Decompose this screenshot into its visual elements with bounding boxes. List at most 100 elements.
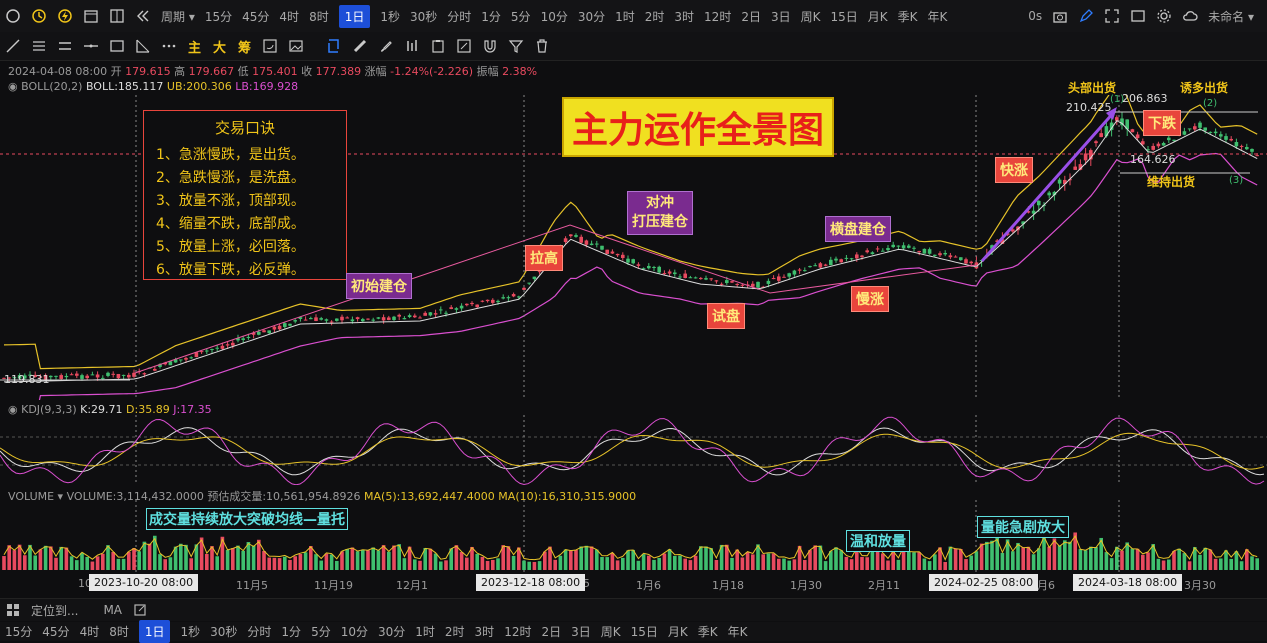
tf-15d[interactable]: 15日 (830, 8, 857, 25)
mark-2: (2) (1203, 98, 1218, 109)
pb-15d[interactable]: 15日 (631, 623, 658, 640)
tf-2h[interactable]: 2时 (645, 8, 665, 25)
magnet-icon[interactable] (481, 37, 499, 55)
tf-4h[interactable]: 4时 (279, 8, 299, 25)
cursor-icon[interactable] (325, 37, 343, 55)
pb-8h[interactable]: 8时 (109, 623, 129, 640)
pb-month[interactable]: 月K (668, 623, 688, 640)
tf-1h[interactable]: 1时 (615, 8, 635, 25)
pb-year[interactable]: 年K (728, 623, 748, 640)
candle-body (459, 305, 464, 309)
ma-button[interactable]: MA (103, 603, 122, 617)
tf-year[interactable]: 年K (928, 8, 948, 25)
tf-1d[interactable]: 1日 (338, 4, 371, 28)
volume-bar (1104, 552, 1109, 570)
layout-icon[interactable] (108, 7, 126, 25)
pb-4h[interactable]: 4时 (80, 623, 100, 640)
ruler-icon[interactable] (351, 37, 369, 55)
compare-icon[interactable] (403, 37, 421, 55)
candle-body (870, 252, 875, 255)
rectangle-icon[interactable] (108, 37, 126, 55)
tf-30m[interactable]: 30分 (578, 8, 605, 25)
tf-45m[interactable]: 45分 (242, 8, 269, 25)
tool-chips[interactable]: 筹 (238, 37, 251, 56)
bolt-icon[interactable] (56, 7, 74, 25)
clipboard-icon[interactable] (429, 37, 447, 55)
candle-body (111, 373, 115, 375)
more-icon[interactable] (160, 37, 178, 55)
pb-3d[interactable]: 3日 (571, 623, 591, 640)
image-icon[interactable] (287, 37, 305, 55)
candle-body (324, 319, 329, 321)
tool-main[interactable]: 主 (188, 37, 201, 56)
volume-bar (745, 552, 750, 570)
volume-bar (933, 554, 937, 570)
pb-intraday[interactable]: 分时 (247, 623, 271, 640)
pb-30m[interactable]: 30分 (378, 623, 405, 640)
tf-intraday[interactable]: 分时 (447, 8, 471, 25)
volume-bar (990, 540, 994, 570)
clock-icon[interactable] (30, 7, 48, 25)
rewind-icon[interactable] (134, 7, 152, 25)
tf-30s[interactable]: 30秒 (410, 8, 437, 25)
pb-1m[interactable]: 1分 (281, 623, 301, 640)
fullscreen-icon[interactable] (1103, 7, 1121, 25)
tf-10m[interactable]: 10分 (541, 8, 568, 25)
trendline-icon[interactable] (4, 37, 22, 55)
pb-45m[interactable]: 45分 (42, 623, 69, 640)
filter-icon[interactable] (507, 37, 525, 55)
grid-icon[interactable] (4, 601, 22, 619)
calendar-icon[interactable] (82, 7, 100, 25)
volume-bar (163, 559, 167, 570)
tool-big[interactable]: 大 (213, 37, 226, 56)
period-dropdown[interactable]: 周期 ▾ (161, 8, 195, 25)
kdj-chart[interactable] (0, 415, 1267, 485)
window-icon[interactable] (1129, 7, 1147, 25)
tf-1m[interactable]: 1分 (481, 8, 501, 25)
trash-icon[interactable] (533, 37, 551, 55)
edit-square-icon[interactable] (131, 601, 149, 619)
tf-12h[interactable]: 12时 (704, 8, 731, 25)
tf-8h[interactable]: 8时 (309, 8, 329, 25)
refresh-icon[interactable] (261, 37, 279, 55)
circle-icon[interactable] (4, 7, 22, 25)
pb-3h[interactable]: 3时 (475, 623, 495, 640)
pb-2d[interactable]: 2日 (541, 623, 561, 640)
hlines-icon[interactable] (30, 37, 48, 55)
pb-5m[interactable]: 5分 (311, 623, 331, 640)
tf-3d[interactable]: 3日 (771, 8, 791, 25)
tf-15m[interactable]: 15分 (205, 8, 232, 25)
tf-quarter[interactable]: 季K (898, 8, 918, 25)
parallel-lines-icon[interactable] (56, 37, 74, 55)
angle-icon[interactable] (134, 37, 152, 55)
label-volume-break: 成交量持续放大突破均线—量托 (146, 508, 348, 530)
layout-name[interactable]: 未命名 ▾ (1208, 8, 1254, 25)
tf-1s[interactable]: 1秒 (380, 8, 400, 25)
locate-button[interactable]: 定位到... (31, 602, 78, 619)
tf-month[interactable]: 月K (868, 8, 888, 25)
tf-2d[interactable]: 2日 (741, 8, 761, 25)
cloud-icon[interactable] (1181, 7, 1199, 25)
tf-5m[interactable]: 5分 (511, 8, 531, 25)
brush-icon[interactable] (377, 37, 395, 55)
eye-icon[interactable]: ◉ (8, 80, 18, 93)
pb-1h[interactable]: 1时 (415, 623, 435, 640)
gear-icon[interactable] (1155, 7, 1173, 25)
pb-1d[interactable]: 1日 (138, 620, 171, 643)
pb-12h[interactable]: 12时 (504, 623, 531, 640)
pb-week[interactable]: 周K (601, 623, 621, 640)
pb-2h[interactable]: 2时 (445, 623, 465, 640)
tf-3h[interactable]: 3时 (674, 8, 694, 25)
tf-week[interactable]: 周K (801, 8, 821, 25)
pb-10m[interactable]: 10分 (341, 623, 368, 640)
pen-icon[interactable] (1077, 7, 1095, 25)
pb-quarter[interactable]: 季K (698, 623, 718, 640)
pb-15m[interactable]: 15分 (5, 623, 32, 640)
edit-icon[interactable] (455, 37, 473, 55)
volume-bar (1026, 546, 1031, 570)
boll-label[interactable]: BOLL(20,2) (21, 80, 82, 93)
camera-icon[interactable] (1051, 7, 1069, 25)
hline-icon[interactable] (82, 37, 100, 55)
pb-30s[interactable]: 30秒 (210, 623, 237, 640)
pb-1s[interactable]: 1秒 (180, 623, 200, 640)
